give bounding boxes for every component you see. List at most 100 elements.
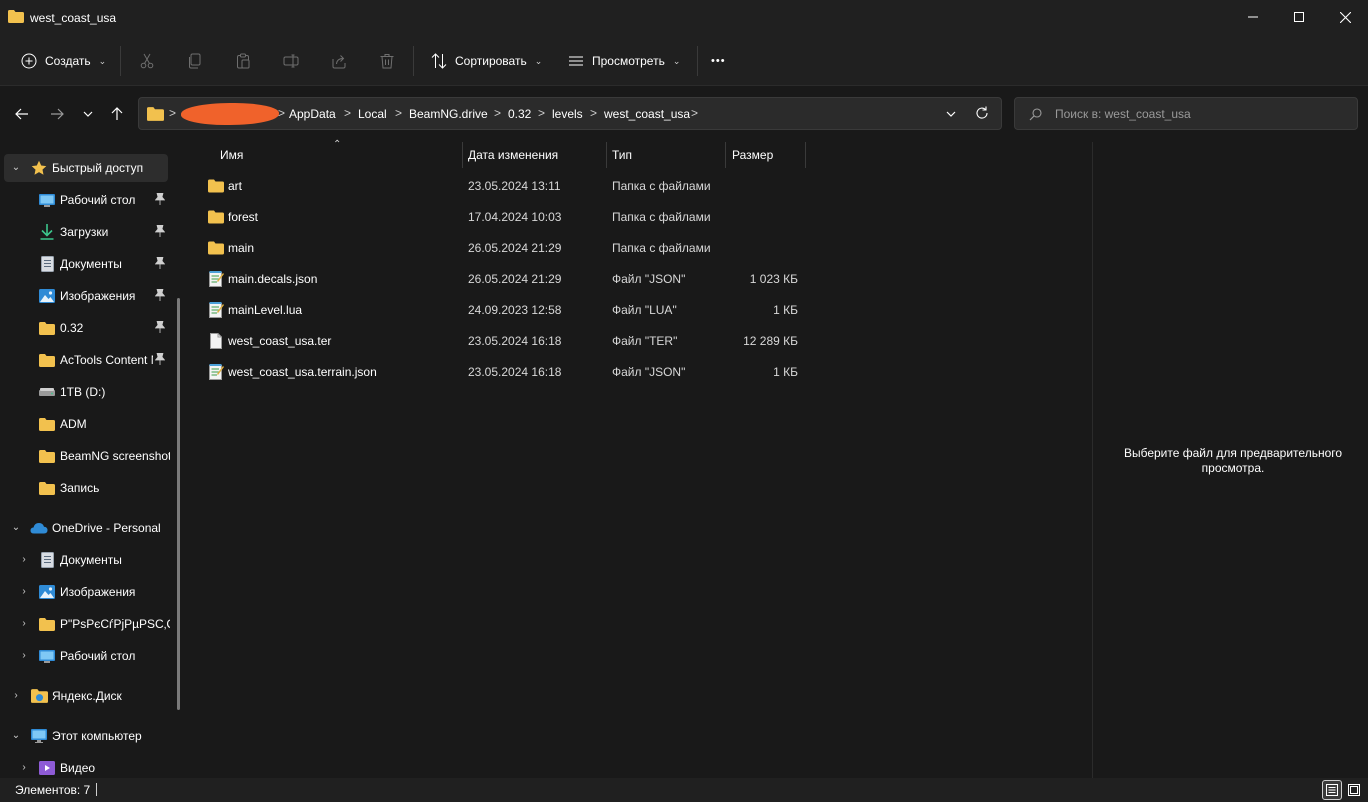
download-icon <box>38 224 56 240</box>
breadcrumb-levels[interactable]: levels <box>552 107 583 121</box>
sidebar-item-downloads[interactable]: Загрузки <box>0 218 170 246</box>
sidebar-label: ADM <box>60 417 87 431</box>
column-header-size[interactable]: Размер <box>732 148 773 162</box>
copy-button[interactable] <box>184 50 206 72</box>
column-header-date[interactable]: Дата изменения <box>468 148 558 162</box>
refresh-button[interactable] <box>975 106 991 122</box>
drive-icon <box>38 384 56 400</box>
sidebar-item-drive-d[interactable]: 1TB (D:) <box>0 378 170 406</box>
cut-button[interactable] <box>136 50 158 72</box>
table-row[interactable]: art 23.05.2024 13:11 Папка с файлами <box>202 171 802 202</box>
table-row[interactable]: forest 17.04.2024 10:03 Папка с файлами <box>202 202 802 233</box>
file-name: main.decals.json <box>228 272 318 286</box>
breadcrumb-local[interactable]: Local <box>358 107 387 121</box>
forward-button[interactable] <box>45 103 69 125</box>
table-row[interactable]: west_coast_usa.terrain.json 23.05.2024 1… <box>202 357 802 388</box>
file-name: west_coast_usa.ter <box>228 334 332 348</box>
maximize-button[interactable] <box>1276 0 1322 34</box>
sidebar-label: Быстрый доступ <box>52 161 144 175</box>
back-button[interactable] <box>10 103 34 125</box>
sidebar-label: Р"РѕРєСѓРјРµРЅС‚С‹ <box>60 617 170 631</box>
folder-icon <box>38 616 56 632</box>
chevron-right-icon: › <box>14 690 18 701</box>
sidebar-item-beamng-screenshots[interactable]: BeamNG screenshots <box>0 442 170 470</box>
details-view-button[interactable] <box>1322 780 1342 800</box>
column-divider[interactable] <box>462 142 463 168</box>
window-title: west_coast_usa <box>30 11 117 25</box>
sidebar-item-documents[interactable]: Документы <box>0 250 170 278</box>
chevron-right-icon: › <box>22 618 26 629</box>
sidebar-item-desktop[interactable]: Рабочий стол <box>0 186 170 214</box>
column-divider[interactable] <box>805 142 806 168</box>
sidebar-label: Запись <box>60 481 100 495</box>
paste-button[interactable] <box>232 50 254 72</box>
close-button[interactable] <box>1322 0 1368 34</box>
column-header-name[interactable]: Имя <box>220 148 243 162</box>
sidebar-label: Яндекс.Диск <box>52 689 122 703</box>
chevron-right-icon: › <box>22 650 26 661</box>
sidebar-label: Видео <box>60 761 96 775</box>
toolbar-divider <box>697 46 698 76</box>
share-button[interactable] <box>328 50 350 72</box>
sidebar-onedrive-folder[interactable]: › Р"РѕРєСѓРјРµРЅС‚С‹ <box>0 610 170 638</box>
folder-icon <box>38 416 56 432</box>
cut-icon <box>140 53 154 69</box>
minimize-button[interactable] <box>1230 0 1276 34</box>
sidebar-onedrive[interactable]: ⌄ OneDrive - Personal <box>0 514 170 542</box>
rename-button[interactable] <box>280 50 302 72</box>
sort-button[interactable]: Сортировать ⌄ <box>430 46 542 76</box>
folder-icon <box>208 241 224 255</box>
up-button[interactable] <box>105 103 129 125</box>
create-button[interactable]: Создать ⌄ <box>20 46 106 76</box>
view-button[interactable]: Просмотреть ⌄ <box>567 46 680 76</box>
tiles-view-button[interactable] <box>1344 780 1364 800</box>
breadcrumb-appdata[interactable]: AppData <box>289 107 336 121</box>
notepad-file-icon <box>209 364 224 380</box>
computer-icon <box>30 728 48 744</box>
sidebar-this-pc[interactable]: ⌄ Этот компьютер <box>0 722 170 750</box>
breadcrumb-version[interactable]: 0.32 <box>508 107 531 121</box>
rename-icon <box>283 54 299 68</box>
column-divider[interactable] <box>725 142 726 168</box>
search-box[interactable]: Поиск в: west_coast_usa <box>1014 97 1358 130</box>
sidebar-scrollbar[interactable] <box>177 298 180 710</box>
table-row[interactable]: main.decals.json 26.05.2024 21:29 Файл "… <box>202 264 802 295</box>
chevron-down-icon: ⌄ <box>11 522 21 533</box>
chevron-down-icon <box>946 111 956 117</box>
sidebar-yandex-disk[interactable]: › Яндекс.Диск <box>0 682 170 710</box>
toolbar-divider <box>413 46 414 76</box>
view-list-icon <box>567 52 585 70</box>
file-type: Файл "LUA" <box>612 303 677 317</box>
table-row[interactable]: main 26.05.2024 21:29 Папка с файлами <box>202 233 802 264</box>
sidebar-item-adm[interactable]: ADM <box>0 410 170 438</box>
more-options-button[interactable]: ••• <box>711 46 726 76</box>
breadcrumb-current[interactable]: west_coast_usa <box>604 107 690 121</box>
chevron-down-icon: ⌄ <box>11 730 21 741</box>
column-divider[interactable] <box>606 142 607 168</box>
preview-message: Выберите файл для предварительного просм… <box>1123 446 1343 475</box>
recent-locations-button[interactable] <box>76 103 100 125</box>
notepad-file-icon <box>209 271 224 287</box>
delete-button[interactable] <box>376 50 398 72</box>
sidebar-item-actools[interactable]: AcTools Content M <box>0 346 170 374</box>
address-history-button[interactable] <box>945 108 959 122</box>
sidebar-quick-access[interactable]: ⌄ Быстрый доступ <box>4 154 168 182</box>
sidebar-videos[interactable]: › Видео <box>0 754 170 778</box>
video-icon <box>38 760 56 776</box>
column-header-type[interactable]: Тип <box>612 148 632 162</box>
sidebar-item-pictures[interactable]: Изображения <box>0 282 170 310</box>
sidebar-onedrive-desktop[interactable]: › Рабочий стол <box>0 642 170 670</box>
sidebar-onedrive-documents[interactable]: › Документы <box>0 546 170 574</box>
table-row[interactable]: west_coast_usa.ter 23.05.2024 16:18 Файл… <box>202 326 802 357</box>
desktop-icon <box>38 192 56 208</box>
sidebar-label: BeamNG screenshots <box>60 449 170 463</box>
table-row[interactable]: mainLevel.lua 24.09.2023 12:58 Файл "LUA… <box>202 295 802 326</box>
image-icon <box>38 584 56 600</box>
sidebar-onedrive-pictures[interactable]: › Изображения <box>0 578 170 606</box>
address-bar[interactable]: > > AppData > Local > BeamNG.drive > 0.3… <box>138 97 1002 130</box>
chevron-down-icon: ⌄ <box>534 55 543 66</box>
sidebar-item-recording[interactable]: Запись <box>0 474 170 502</box>
sidebar-item-0-32[interactable]: 0.32 <box>0 314 170 342</box>
breadcrumb-beamng[interactable]: BeamNG.drive <box>409 107 488 121</box>
sidebar-label: AcTools Content M <box>60 353 153 367</box>
